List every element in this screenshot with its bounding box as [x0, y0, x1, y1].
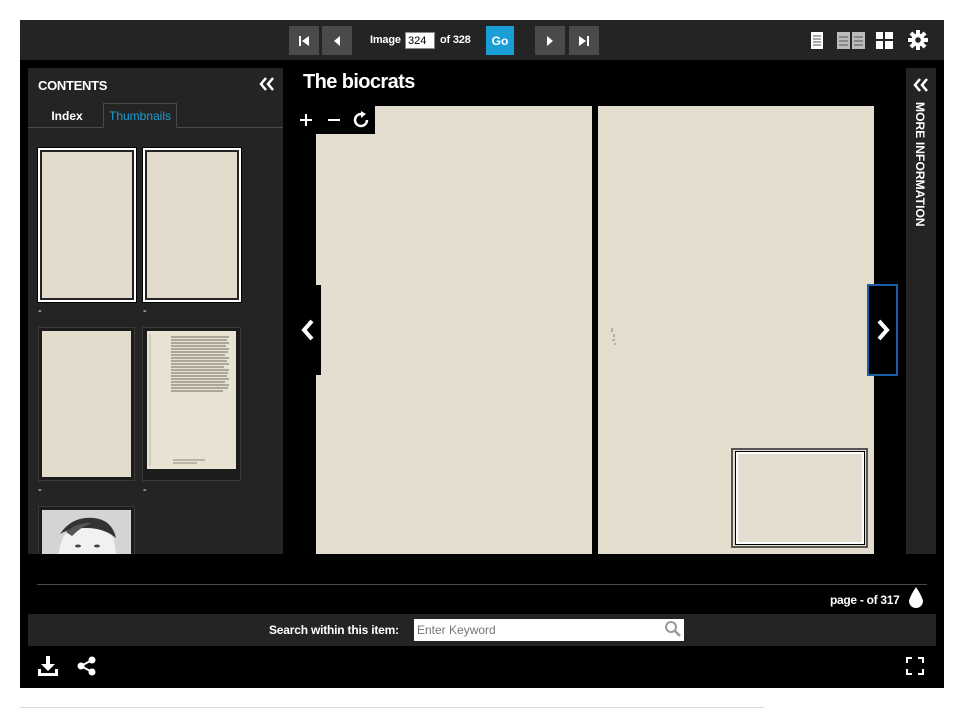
zoom-in-icon — [299, 114, 312, 126]
search-bar: Search within this item: — [28, 614, 936, 646]
zoom-out-button[interactable] — [320, 106, 348, 134]
chevron-right-icon — [877, 319, 890, 341]
more-information-label[interactable]: MORE INFORMATION — [913, 102, 927, 227]
grid-view-icon[interactable] — [876, 32, 893, 49]
last-page-button[interactable] — [569, 26, 599, 55]
contents-panel: CONTENTS Index Thumbnails - - - - — [28, 68, 283, 554]
go-button[interactable]: Go — [486, 26, 514, 55]
thumbnail-caption: - — [143, 305, 147, 317]
tab-thumbnails[interactable]: Thumbnails — [103, 103, 177, 128]
thumbnail-photo-image — [42, 510, 131, 554]
thumbnail-caption: - — [38, 484, 42, 496]
next-page-icon — [547, 35, 553, 46]
previous-page-icon — [334, 35, 340, 46]
thumbnail-caption: - — [38, 305, 42, 317]
image-total-label: of 328 — [440, 34, 471, 46]
more-information-panel[interactable]: MORE INFORMATION — [906, 68, 936, 554]
divider — [37, 584, 927, 585]
share-icon[interactable] — [77, 656, 97, 676]
thumbnail-page-image — [147, 152, 237, 298]
navigator-viewport-box[interactable] — [735, 451, 865, 545]
two-page-view-icon[interactable] — [837, 32, 865, 49]
zoom-toolbar — [292, 106, 375, 134]
thumbnail-caption: - — [143, 484, 147, 496]
thumbnail-2[interactable] — [142, 147, 242, 303]
contents-title: CONTENTS — [38, 78, 108, 93]
page-count-label: page - of 317 — [830, 593, 900, 607]
contents-tabs: Index Thumbnails — [28, 103, 283, 128]
search-icon[interactable] — [664, 620, 682, 638]
top-toolbar: Image of 328 Go — [20, 20, 944, 60]
collapse-right-icon[interactable] — [913, 78, 929, 92]
book-viewer: Image of 328 Go — [20, 20, 944, 688]
download-icon[interactable] — [38, 656, 58, 676]
image-number-input[interactable] — [405, 32, 435, 49]
thumbnail-5[interactable] — [38, 506, 135, 554]
zoom-out-icon — [327, 119, 340, 121]
first-page-button[interactable] — [289, 26, 319, 55]
next-page-button[interactable] — [535, 26, 565, 55]
last-page-icon — [579, 35, 589, 46]
search-label: Search within this item: — [269, 623, 399, 637]
zoom-in-button[interactable] — [292, 106, 320, 134]
book-title: The biocrats — [303, 71, 415, 93]
collapse-left-icon[interactable] — [259, 77, 275, 91]
left-page-image — [316, 106, 592, 554]
chevron-left-icon — [300, 319, 313, 341]
thumbnail-page-image — [42, 331, 131, 477]
settings-icon[interactable] — [908, 30, 928, 50]
search-input[interactable] — [414, 619, 684, 641]
thumbnail-3[interactable] — [38, 327, 135, 481]
thumbnail-4[interactable] — [142, 327, 241, 481]
first-page-icon — [299, 35, 309, 46]
thumbnail-page-image — [147, 331, 236, 469]
thumbnail-1[interactable] — [37, 147, 137, 303]
next-spread-button[interactable] — [867, 284, 898, 376]
thumbnail-text-lines — [149, 334, 229, 466]
previous-spread-button[interactable] — [294, 285, 321, 375]
image-label: Image — [370, 34, 401, 46]
rotate-button[interactable] — [347, 106, 375, 134]
navigator-minimap[interactable] — [731, 448, 868, 548]
page-bottom-border — [20, 707, 764, 708]
rotate-icon — [353, 111, 369, 128]
tab-index[interactable]: Index — [40, 103, 94, 128]
thumbnail-page-image — [42, 152, 132, 298]
single-page-view-icon[interactable] — [810, 32, 824, 49]
fullscreen-icon[interactable] — [906, 657, 924, 675]
droplet-icon[interactable] — [907, 586, 925, 610]
previous-page-button[interactable] — [322, 26, 352, 55]
